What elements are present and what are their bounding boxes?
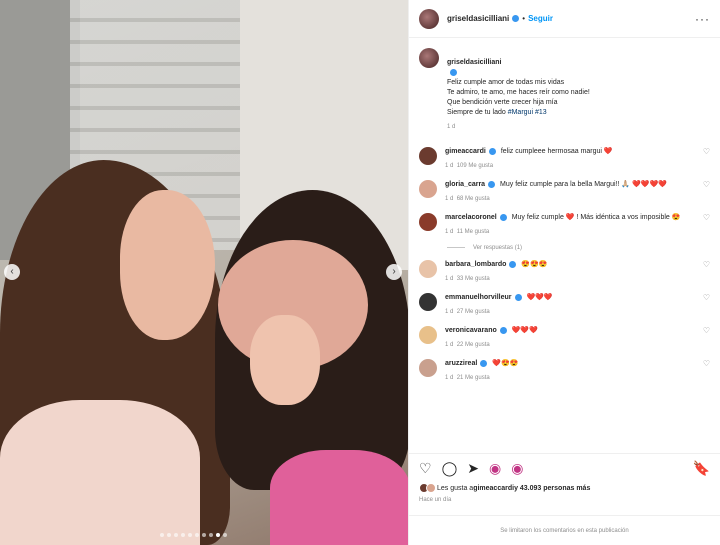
comment-row: veronicavarano ❤️❤️❤️ 1 d 22 Me gusta ♡	[419, 326, 710, 350]
author-avatar[interactable]	[419, 8, 439, 29]
comment-row: emmanuelhorvilleur ❤️❤️❤️ 1 d 27 Me gusta…	[419, 293, 710, 317]
next-image-icon[interactable]: ›	[386, 264, 402, 280]
comment-likes[interactable]: 33 Me gusta	[457, 276, 490, 282]
comment-avatar[interactable]	[419, 260, 437, 278]
post-time: Hace un día	[419, 497, 452, 503]
comment-avatar[interactable]	[419, 326, 437, 344]
likes-prefix: Les gusta a	[437, 484, 474, 492]
share-icon[interactable]: ➤	[467, 460, 479, 477]
comment-row: gimeaccardi feliz cumpleee hermosaa marg…	[419, 147, 710, 171]
like-comment-icon[interactable]: ♡	[703, 180, 710, 190]
girl-face	[120, 190, 215, 340]
likes-summary[interactable]: Les gusta a gimeaccardi y 43.093 persona…	[409, 483, 720, 493]
verified-icon	[480, 359, 488, 367]
bookmark-icon[interactable]: 🔖	[693, 460, 710, 477]
likes-count: y 43.093 personas más	[514, 484, 591, 492]
like-comment-icon[interactable]: ♡	[703, 260, 710, 270]
author-username[interactable]: griseldasicilliani	[447, 14, 509, 23]
verified-icon	[514, 293, 522, 301]
comment-likes[interactable]: 27 Me gusta	[457, 309, 490, 315]
comment-row: barbara_lombardo 😍😍😍 1 d 33 Me gusta ♡	[419, 260, 710, 284]
girl-shirt	[0, 400, 200, 545]
verified-icon	[499, 326, 507, 334]
follow-button[interactable]: Seguir	[528, 14, 553, 23]
comment-text: Muy feliz cumple ❤️ ! Más idéntica a vos…	[511, 214, 681, 221]
comments-list: gimeaccardi feliz cumpleee hermosaa marg…	[409, 132, 720, 453]
like-comment-icon[interactable]: ♡	[703, 326, 710, 336]
comment-row: gloria_carra Muy feliz cumple para la be…	[419, 180, 710, 204]
comment-username[interactable]: aruzzireal	[445, 360, 477, 367]
caption-age: 1 d	[447, 124, 456, 130]
comment-likes[interactable]: 68 Me gusta	[457, 196, 490, 202]
comment-username[interactable]: emmanuelhorvilleur	[445, 294, 512, 301]
comment-age: 1 d	[445, 276, 454, 282]
comment-age: 1 d	[445, 196, 454, 202]
comment-avatar[interactable]	[419, 180, 437, 198]
comments-limited-notice: Se limitaron los comentarios en esta pub…	[409, 515, 720, 545]
liker-avatars	[419, 483, 436, 493]
comment-row: marcelacoronel Muy feliz cumple ❤️ ! Más…	[419, 213, 710, 237]
comment-age: 1 d	[445, 229, 454, 235]
comment-text: Muy feliz cumple para la bella Margui!! …	[500, 181, 667, 188]
post-sidebar: griseldasicilliani • Seguir ··· griselda…	[408, 0, 720, 545]
comment-username[interactable]: marcelacoronel	[445, 214, 497, 221]
hand	[250, 315, 320, 405]
prev-image-icon[interactable]: ‹	[4, 264, 20, 280]
caption-hashtags[interactable]: #Margui #13	[508, 109, 547, 116]
comment-row: aruzzireal ❤️😍😍 1 d 21 Me gusta ♡	[419, 359, 710, 383]
comment-username[interactable]: barbara_lombardo	[445, 261, 506, 268]
emoji-icon[interactable]: ◉	[489, 460, 501, 477]
like-comment-icon[interactable]: ♡	[703, 213, 710, 223]
post-header: griseldasicilliani • Seguir ···	[409, 0, 720, 38]
post-caption: griseldasicilliani Feliz cumple amor de …	[409, 38, 720, 132]
comment-text: ❤️❤️❤️	[526, 294, 553, 301]
comment-age: 1 d	[445, 309, 454, 315]
carousel-dots	[160, 533, 227, 537]
comment-avatar[interactable]	[419, 213, 437, 231]
comment-icon[interactable]: ◯	[442, 460, 458, 477]
comment-text: ❤️😍😍	[492, 360, 519, 367]
comment-age: 1 d	[445, 342, 454, 348]
comment-username[interactable]: veronicavarano	[445, 327, 497, 334]
comment-text: 😍😍😍	[521, 261, 548, 268]
comment-likes[interactable]: 21 Me gusta	[457, 375, 490, 381]
comment-text: feliz cumpleee hermosaa margui ❤️	[500, 148, 613, 155]
like-comment-icon[interactable]: ♡	[703, 293, 710, 303]
more-options-icon[interactable]: ···	[695, 12, 710, 26]
verified-icon	[488, 147, 496, 155]
verified-icon	[509, 260, 517, 268]
woman-shirt	[270, 450, 408, 545]
emoji-icon[interactable]: ◉	[511, 460, 523, 477]
view-replies-link[interactable]: Ver respuestas (1)	[447, 245, 710, 251]
comment-username[interactable]: gloria_carra	[445, 181, 485, 188]
comment-avatar[interactable]	[419, 359, 437, 377]
heart-icon[interactable]: ♡	[419, 460, 432, 477]
verified-icon	[499, 213, 507, 221]
verified-icon	[488, 180, 496, 188]
caption-username[interactable]: griseldasicilliani	[447, 59, 501, 66]
caption-avatar[interactable]	[419, 48, 439, 68]
verified-icon	[512, 15, 520, 22]
like-comment-icon[interactable]: ♡	[703, 359, 710, 369]
comment-likes[interactable]: 11 Me gusta	[457, 229, 490, 235]
post-image[interactable]: ‹ ›	[0, 0, 408, 545]
verified-icon	[450, 68, 457, 76]
comment-avatar[interactable]	[419, 293, 437, 311]
comment-username[interactable]: gimeaccardi	[445, 148, 486, 155]
comment-likes[interactable]: 109 Me gusta	[457, 163, 493, 169]
comment-age: 1 d	[445, 375, 454, 381]
comment-text: ❤️❤️❤️	[511, 327, 538, 334]
like-comment-icon[interactable]: ♡	[703, 147, 710, 157]
action-bar: ♡ ◯ ➤ ◉ ◉ 🔖	[409, 453, 720, 483]
comment-avatar[interactable]	[419, 147, 437, 165]
liked-by-user[interactable]: gimeaccardi	[473, 485, 514, 492]
comment-likes[interactable]: 22 Me gusta	[457, 342, 490, 348]
comment-age: 1 d	[445, 163, 454, 169]
